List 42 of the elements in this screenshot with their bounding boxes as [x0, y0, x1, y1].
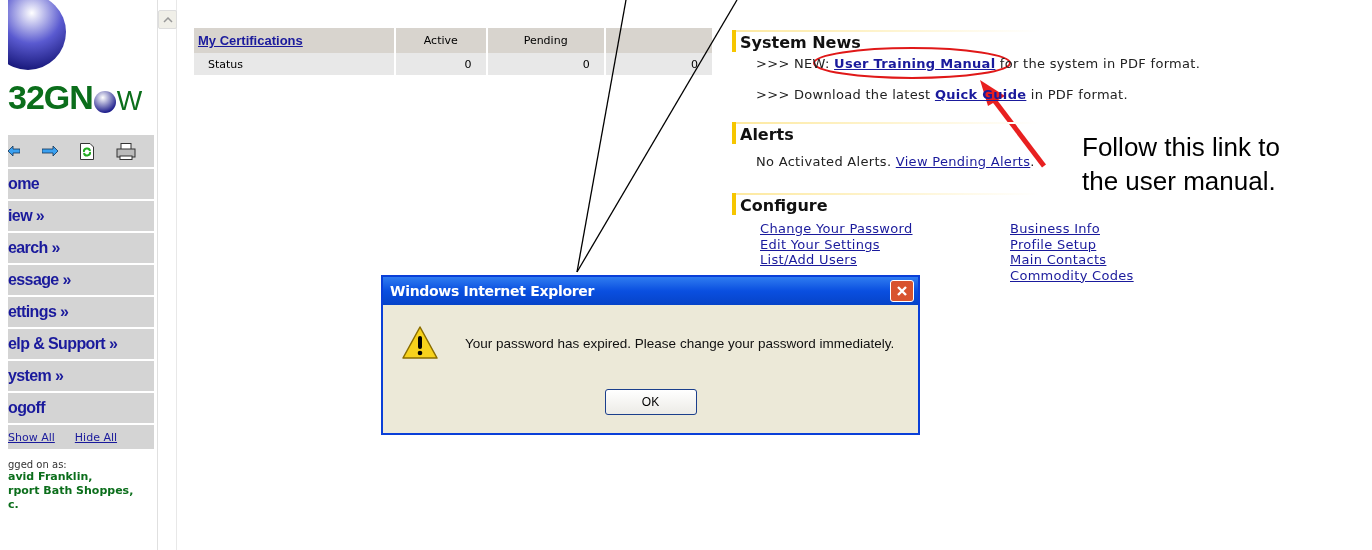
nav-menu-item[interactable]: earch »: [8, 233, 154, 263]
configure-link[interactable]: Profile Setup: [1010, 236, 1210, 252]
nav-menu-item[interactable]: ettings »: [8, 297, 154, 327]
sphere-logo-icon: [8, 0, 66, 70]
close-icon: [896, 285, 908, 297]
nav-menu-item[interactable]: elp & Support »: [8, 329, 154, 359]
ok-button[interactable]: OK: [604, 389, 697, 415]
configure-link[interactable]: Main Contacts: [1010, 252, 1210, 268]
dialog-title: Windows Internet Explorer: [390, 283, 595, 299]
configure-link[interactable]: Commodity Codes: [1010, 267, 1210, 283]
warning-icon: [401, 325, 439, 361]
nav-menu-item[interactable]: essage »: [8, 265, 154, 295]
sphere-icon: [93, 91, 116, 113]
configure-link[interactable]: List/Add Users: [760, 252, 1010, 268]
logged-on-caption: gged on as:: [8, 459, 68, 470]
table-cell: 0: [395, 53, 487, 75]
configure-link[interactable]: Business Info: [1010, 221, 1210, 237]
refresh-icon[interactable]: [80, 142, 94, 160]
chevron-up-icon: [162, 16, 173, 23]
logged-on-user: avid Franklin, rport Bath Shoppes, c.: [8, 470, 135, 512]
print-icon[interactable]: [116, 142, 136, 160]
nav-menu-item[interactable]: iew »: [8, 201, 154, 231]
nav-menu-item[interactable]: ystem »: [8, 361, 154, 391]
configure-link[interactable]: Edit Your Settings: [760, 236, 1010, 252]
close-button[interactable]: [890, 280, 914, 302]
table-cell: 0: [486, 53, 605, 75]
table-cell: 0: [604, 53, 713, 75]
table-header: Pending: [486, 28, 605, 53]
configure-link[interactable]: Change Your Password: [760, 221, 1010, 237]
dialog-message: Your password has expired. Please change your password immediately.: [465, 335, 895, 351]
back-arrow-icon[interactable]: [8, 145, 20, 157]
expand-link[interactable]: Hide All: [74, 430, 118, 444]
nav-menu-item[interactable]: ogoff: [8, 393, 154, 423]
nav-menu-item[interactable]: ome: [8, 169, 154, 199]
alerts-text: No Activated Alerts. View Pending Alerts.: [755, 154, 1036, 169]
annotation-text: Follow this link to the user manual.: [1082, 131, 1280, 198]
logo-text: 32GN W: [8, 78, 144, 117]
table-header: Active: [395, 28, 487, 53]
forward-arrow-icon[interactable]: [42, 145, 58, 157]
table-cell: Status: [194, 53, 396, 75]
expand-link[interactable]: Show All: [8, 430, 55, 444]
news-link[interactable]: User Training Manual: [834, 56, 996, 71]
